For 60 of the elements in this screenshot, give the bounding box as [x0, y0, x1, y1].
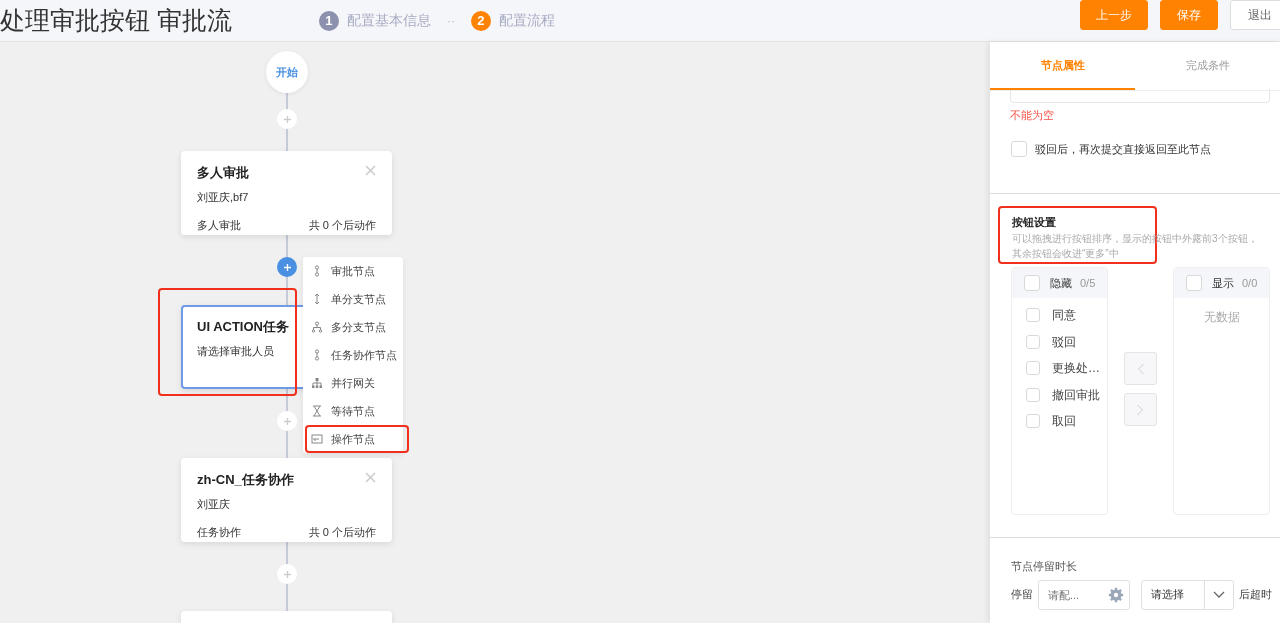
menu-item[interactable]: 等待节点 — [303, 397, 403, 425]
plus-icon[interactable] — [282, 114, 292, 124]
checkbox[interactable] — [1024, 275, 1040, 291]
add-node-button[interactable] — [277, 564, 297, 584]
checkbox[interactable] — [1026, 361, 1040, 376]
prefix-label: 停留 — [1011, 587, 1033, 603]
node-title: zh-CN_任务协作 — [197, 471, 294, 489]
node-card[interactable]: 多人审批 刘亚庆,bf7 多人审批 共 0 个后动作 — [181, 151, 392, 235]
list-item[interactable]: 同意 — [1052, 306, 1076, 325]
node-type-icon — [311, 377, 323, 389]
list-item[interactable]: 撤回审批 — [1052, 385, 1100, 404]
add-node-button[interactable] — [277, 411, 297, 431]
plus-icon[interactable] — [282, 569, 292, 579]
empty-message: 无数据 — [1202, 309, 1241, 326]
node-type: 任务协作 — [197, 524, 241, 540]
node-assignee: 刘亚庆 — [197, 496, 230, 512]
list-title: 隐藏 — [1050, 275, 1072, 291]
section-title: 按钮设置 — [1012, 215, 1057, 230]
suffix-label: 后超时 — [1239, 587, 1272, 603]
field-label: 节点停留时长 — [1011, 559, 1078, 574]
select-field[interactable]: 请选择 — [1141, 579, 1234, 610]
list-title: 显示 — [1212, 275, 1234, 291]
hourglass-icon — [311, 405, 323, 417]
list-item[interactable]: 取回 — [1052, 412, 1076, 431]
node-card[interactable]: zh-CN_任务协作 刘亚庆 任务协作 共 0 个后动作 — [181, 458, 392, 542]
step-separator: ·· — [446, 12, 455, 30]
checkbox[interactable] — [1186, 275, 1202, 291]
close-icon[interactable] — [365, 165, 376, 176]
checkbox[interactable] — [1026, 414, 1040, 429]
checkbox[interactable] — [1026, 334, 1040, 349]
ui-panel-icon — [311, 433, 323, 445]
transfer-button[interactable] — [1124, 352, 1157, 385]
node-assignee: 刘亚庆,bf7 — [197, 189, 249, 205]
add-node-button[interactable] — [277, 257, 297, 277]
list-count: 0/0 — [1242, 275, 1258, 291]
error-message: 不能为空 — [1010, 108, 1055, 123]
node-assignee: 请选择审批人员 — [197, 343, 274, 359]
duration-field[interactable]: 请配... — [1038, 579, 1130, 610]
menu-item[interactable]: 审批节点 — [303, 257, 403, 285]
close-icon[interactable] — [365, 472, 376, 483]
settings-icon[interactable] — [1108, 586, 1124, 603]
plus-icon[interactable] — [282, 416, 292, 426]
node-type-icon — [311, 321, 323, 333]
checkbox[interactable] — [1026, 387, 1040, 402]
add-node-button[interactable] — [277, 109, 297, 129]
node-type: 多人审批 — [197, 217, 241, 233]
action-count: 共 0 个后动作 — [308, 217, 376, 233]
node-title: 多人审批 — [197, 164, 249, 182]
menu-item[interactable]: 操作节点 — [305, 425, 409, 453]
list-count: 0/5 — [1080, 275, 1096, 291]
list-item[interactable]: 更换处… — [1052, 359, 1100, 378]
node-title: UI ACTION任务 — [197, 318, 289, 336]
list-item[interactable]: 驳回 — [1052, 332, 1076, 351]
transfer-button[interactable] — [1124, 393, 1157, 426]
action-count: 共 0 个后动作 — [308, 524, 376, 540]
header-button[interactable]: 退出 — [1230, 0, 1280, 30]
checkbox[interactable] — [1026, 308, 1040, 323]
checkbox-label: 驳回后，再次提交直接返回至此节点 — [1035, 141, 1211, 157]
checkbox[interactable] — [1011, 140, 1027, 157]
page-title: 处理审批按钮 审批流 — [0, 4, 232, 36]
